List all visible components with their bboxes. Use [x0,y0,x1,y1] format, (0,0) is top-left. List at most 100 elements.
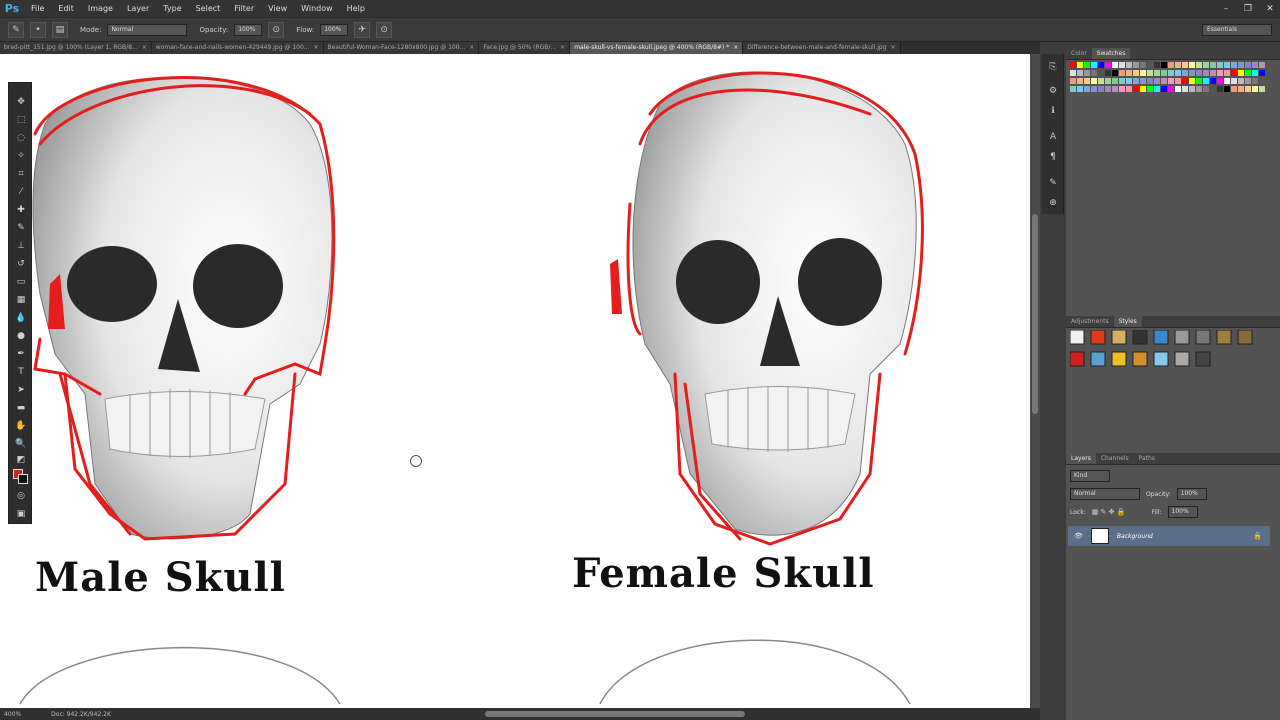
tab-layers[interactable]: Layers [1066,453,1096,464]
swatch-chip[interactable] [1203,86,1209,92]
swatch-chip[interactable] [1077,86,1083,92]
layer-opacity-field[interactable]: 100% [1176,488,1207,500]
swatch-chip[interactable] [1189,70,1195,76]
swatches-grid[interactable] [1070,62,1270,102]
style-preset[interactable] [1132,330,1148,345]
swatch-chip[interactable] [1231,86,1237,92]
swatch-chip[interactable] [1196,62,1202,68]
swatch-chip[interactable] [1084,78,1090,84]
history-brush-tool-icon[interactable]: ↺ [14,257,28,271]
swatch-chip[interactable] [1140,62,1146,68]
swatch-chip[interactable] [1217,78,1223,84]
swatch-chip[interactable] [1070,70,1076,76]
swatch-chip[interactable] [1182,86,1188,92]
style-preset[interactable] [1195,330,1211,345]
brush-panel-icon[interactable]: ✎ [1046,176,1060,190]
swatch-chip[interactable] [1133,86,1139,92]
swatch-chip[interactable] [1224,62,1230,68]
close-icon[interactable]: × [560,42,565,54]
swatch-chip[interactable] [1252,62,1258,68]
swatch-chip[interactable] [1105,62,1111,68]
swatch-chip[interactable] [1210,86,1216,92]
menu-edit[interactable]: Edit [51,4,81,13]
swatch-chip[interactable] [1105,70,1111,76]
flow-field[interactable]: 100% [320,23,349,36]
swatch-chip[interactable] [1098,70,1104,76]
tab-document[interactable]: brad-pitt_151.jpg @ 100% (Layer 1, RGB/8… [0,42,152,54]
swatch-chip[interactable] [1133,78,1139,84]
swatch-chip[interactable] [1112,62,1118,68]
style-preset[interactable] [1070,330,1085,345]
swatch-chip[interactable] [1105,86,1111,92]
swatch-chip[interactable] [1084,70,1090,76]
swatch-chip[interactable] [1203,70,1209,76]
swatch-chip[interactable] [1189,78,1195,84]
eyedropper-tool-icon[interactable]: ⁄ [14,185,28,199]
lasso-tool-icon[interactable]: ◌ [14,131,28,145]
pressure-opacity-icon[interactable]: ⊙ [268,21,285,38]
close-icon[interactable]: × [469,42,474,54]
swatch-chip[interactable] [1070,78,1076,84]
swatch-chip[interactable] [1091,78,1097,84]
marquee-tool-icon[interactable]: ⬚ [14,113,28,127]
swatch-chip[interactable] [1252,78,1258,84]
pen-tool-icon[interactable]: ✒ [14,347,28,361]
swatch-chip[interactable] [1098,86,1104,92]
style-preset[interactable] [1132,351,1148,367]
swatch-chip[interactable] [1217,62,1223,68]
style-preset[interactable] [1070,351,1085,367]
swatch-chip[interactable] [1147,70,1153,76]
swatch-chip[interactable] [1245,86,1251,92]
swatch-chip[interactable] [1196,70,1202,76]
swatch-chip[interactable] [1084,62,1090,68]
swatch-chip[interactable] [1210,70,1216,76]
swatch-chip[interactable] [1098,78,1104,84]
swatch-chip[interactable] [1252,86,1258,92]
swatch-chip[interactable] [1154,70,1160,76]
tab-adjustments[interactable]: Adjustments [1066,316,1114,327]
menu-file[interactable]: File [24,4,51,13]
swatch-chip[interactable] [1203,78,1209,84]
swatch-chip[interactable] [1259,78,1265,84]
swatch-chip[interactable] [1231,78,1237,84]
swatch-chip[interactable] [1182,70,1188,76]
close-icon[interactable]: ✕ [1264,3,1276,15]
quick-select-tool-icon[interactable]: ✧ [14,149,28,163]
swatch-chip[interactable] [1217,86,1223,92]
opacity-field[interactable]: 100% [234,23,263,36]
zoom-tool-icon[interactable]: 🔍 [14,437,28,451]
style-preset[interactable] [1195,351,1211,367]
style-preset[interactable] [1237,330,1253,345]
swatch-chip[interactable] [1147,86,1153,92]
swatch-chip[interactable] [1175,62,1181,68]
swatch-chip[interactable] [1126,62,1132,68]
menu-filter[interactable]: Filter [227,4,261,13]
pressure-size-icon[interactable]: ⊙ [376,21,393,38]
swatch-chip[interactable] [1119,62,1125,68]
swatch-chip[interactable] [1126,70,1132,76]
scroll-thumb[interactable] [1032,214,1038,414]
swatch-chip[interactable] [1161,62,1167,68]
swatch-chip[interactable] [1259,62,1265,68]
maximize-icon[interactable]: ❐ [1242,3,1254,15]
swatch-chip[interactable] [1140,86,1146,92]
swatch-chip[interactable] [1259,86,1265,92]
default-colors-icon[interactable]: ◩ [14,453,28,467]
close-icon[interactable]: × [142,42,147,54]
blend-mode-select[interactable]: Normal [1070,488,1140,500]
close-icon[interactable]: × [891,42,896,54]
menu-type[interactable]: Type [156,4,188,13]
swatch-chip[interactable] [1161,78,1167,84]
background-color-swatch[interactable] [18,474,28,484]
tab-document-active[interactable]: male-skull-vs-female-skull.jpeg @ 400% (… [570,42,744,54]
close-icon[interactable]: × [314,42,319,54]
menu-view[interactable]: View [261,4,294,13]
dodge-tool-icon[interactable]: ● [14,329,28,343]
swatch-chip[interactable] [1140,70,1146,76]
swatch-chip[interactable] [1077,70,1083,76]
tab-channels[interactable]: Channels [1096,453,1134,464]
layer-row-background[interactable]: 👁 Background 🔒 [1068,526,1270,546]
swatch-chip[interactable] [1161,86,1167,92]
swatch-chip[interactable] [1175,70,1181,76]
swatch-chip[interactable] [1245,78,1251,84]
